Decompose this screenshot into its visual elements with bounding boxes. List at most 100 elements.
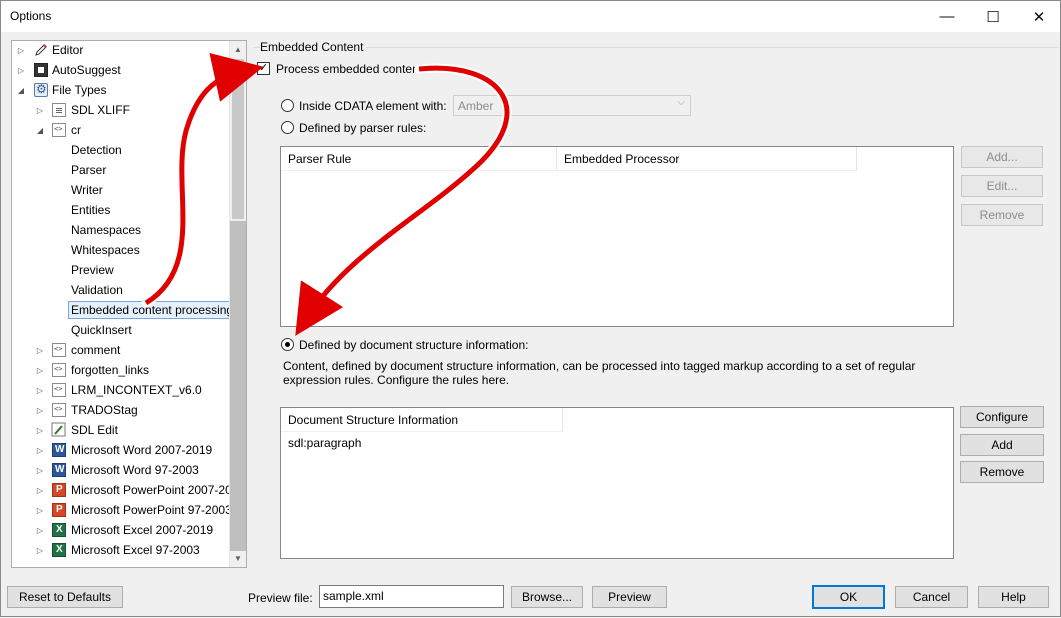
remove-rule-button[interactable]: Remove: [961, 204, 1043, 226]
expand-icon[interactable]: ▷: [35, 525, 45, 535]
configure-button[interactable]: Configure: [960, 406, 1044, 428]
reset-defaults-button[interactable]: Reset to Defaults: [7, 586, 123, 608]
collapse-icon[interactable]: ◢: [35, 125, 45, 135]
expand-icon[interactable]: ▷: [35, 465, 45, 475]
button-label: Edit...: [986, 179, 1018, 193]
tree-item-embedded-content-processing[interactable]: Embedded content processing: [68, 300, 237, 320]
sdl-edit-icon: [51, 422, 67, 441]
expand-icon[interactable]: ▷: [35, 365, 45, 375]
inside-cdata-label: Inside CDATA element with:: [299, 99, 447, 113]
tree-scrollbar[interactable]: ▲ ▼: [229, 41, 246, 567]
edit-rule-button[interactable]: Edit...: [961, 175, 1043, 197]
button-label: Configure: [975, 410, 1029, 424]
tree-item-whitespaces[interactable]: Whitespaces: [71, 240, 140, 260]
process-embedded-checkbox[interactable]: ✓: [257, 62, 270, 75]
dsi-row[interactable]: sdl:paragraph: [288, 436, 361, 450]
column-header-embedded-processor[interactable]: Embedded Processor: [557, 147, 857, 171]
scroll-up-button[interactable]: ▲: [230, 41, 246, 58]
close-button[interactable]: ✕: [1016, 1, 1061, 32]
preview-button[interactable]: Preview: [592, 586, 667, 608]
xml-file-icon: [52, 123, 66, 137]
tree-item-label: Microsoft Excel 97-2003: [71, 543, 200, 557]
parser-rules-radio[interactable]: [281, 121, 294, 134]
tree-item-label: Preview: [71, 263, 114, 277]
options-tree[interactable]: ▷ Editor ▷ AutoSuggest ◢ File Types ▷ SD…: [11, 40, 247, 568]
scroll-down-button[interactable]: ▼: [230, 550, 246, 567]
tree-item-label: Microsoft Excel 2007-2019: [71, 523, 214, 537]
parser-rules-grid[interactable]: Parser Rule Embedded Processor: [280, 146, 954, 327]
process-embedded-label: Process embedded content: [276, 62, 423, 76]
minimize-button[interactable]: —: [924, 1, 970, 32]
column-header-label: Document Structure Information: [288, 412, 459, 427]
expand-icon[interactable]: ▷: [16, 65, 26, 75]
tree-item-label: TRADOStag: [71, 403, 138, 417]
preview-file-input[interactable]: sample.xml: [319, 585, 504, 608]
tree-item-validation[interactable]: Validation: [71, 280, 123, 300]
column-header-dsi[interactable]: Document Structure Information: [281, 408, 563, 432]
button-label: Help: [1001, 590, 1026, 604]
browse-button[interactable]: Browse...: [511, 586, 583, 608]
xml-file-icon: [52, 363, 66, 377]
tree-item-label: SDL Edit: [71, 423, 118, 437]
tree-item-label: File Types: [52, 83, 107, 97]
maximize-button[interactable]: ☐: [970, 1, 1016, 32]
dsi-grid[interactable]: Document Structure Information sdl:parag…: [280, 407, 954, 559]
expand-icon[interactable]: ▷: [35, 485, 45, 495]
checkmark-icon: ✓: [258, 62, 269, 74]
tree-item-detection[interactable]: Detection: [71, 140, 122, 160]
tree-item-label: Detection: [71, 143, 122, 157]
button-label: Add...: [986, 150, 1018, 164]
button-label: Remove: [979, 208, 1025, 222]
excel-icon: [52, 523, 66, 537]
ok-button[interactable]: OK: [812, 585, 885, 609]
tree-item-label: QuickInsert: [71, 323, 132, 337]
tree-item-parser[interactable]: Parser: [71, 160, 106, 180]
remove-dsi-button[interactable]: Remove: [960, 461, 1044, 483]
doc-structure-label: Defined by document structure informatio…: [299, 338, 529, 352]
expand-icon[interactable]: ▷: [35, 345, 45, 355]
expand-icon[interactable]: ▷: [35, 505, 45, 515]
tree-item-entities[interactable]: Entities: [71, 200, 110, 220]
expand-icon[interactable]: ▷: [35, 545, 45, 555]
tree-item-label: Whitespaces: [71, 243, 140, 257]
expand-icon[interactable]: ▷: [35, 425, 45, 435]
add-rule-button[interactable]: Add...: [961, 146, 1043, 168]
expand-icon[interactable]: ▷: [35, 405, 45, 415]
combo-value: Amber: [458, 99, 494, 113]
chevron-up-icon: ▲: [234, 45, 242, 54]
doc-structure-description: Content, defined by document structure i…: [283, 359, 916, 387]
tree-item-writer[interactable]: Writer: [71, 180, 103, 200]
autosuggest-icon: [34, 63, 48, 77]
close-icon: ✕: [1032, 8, 1046, 26]
cancel-button[interactable]: Cancel: [895, 586, 968, 608]
collapse-icon[interactable]: ◢: [16, 85, 26, 95]
excel-icon: [52, 543, 66, 557]
tree-item-preview[interactable]: Preview: [71, 260, 114, 280]
parser-rules-label: Defined by parser rules:: [299, 121, 427, 135]
tree-item-label: Microsoft PowerPoint 97-2003: [71, 503, 232, 517]
powerpoint-icon: [52, 503, 66, 517]
scroll-thumb[interactable]: [232, 59, 244, 219]
column-header-parser-rule[interactable]: Parser Rule: [281, 147, 557, 171]
tree-item-label: Editor: [52, 43, 84, 57]
add-dsi-button[interactable]: Add: [960, 434, 1044, 456]
preview-file-label: Preview file:: [248, 591, 313, 605]
help-button[interactable]: Help: [978, 586, 1049, 608]
expand-icon[interactable]: ▷: [35, 445, 45, 455]
tree-item-label: Validation: [71, 283, 123, 297]
tree-item-label: SDL XLIFF: [71, 103, 130, 117]
expand-icon[interactable]: ▷: [35, 105, 45, 115]
document-icon: [52, 103, 66, 117]
doc-structure-radio[interactable]: [281, 338, 294, 351]
chevron-down-icon: ⌵: [677, 97, 685, 108]
tree-item-label: AutoSuggest: [52, 63, 121, 77]
expand-icon[interactable]: ▷: [16, 45, 26, 55]
cdata-element-combo[interactable]: Amber ⌵: [453, 95, 691, 116]
expand-icon[interactable]: ▷: [35, 385, 45, 395]
tree-item-quickinsert[interactable]: QuickInsert: [71, 320, 132, 340]
inside-cdata-radio[interactable]: [281, 99, 294, 112]
tree-item-namespaces[interactable]: Namespaces: [71, 220, 141, 240]
scroll-track[interactable]: [230, 221, 246, 551]
tree-item-label: Microsoft Word 2007-2019: [71, 443, 213, 457]
tree-item-label: Entities: [71, 203, 111, 217]
